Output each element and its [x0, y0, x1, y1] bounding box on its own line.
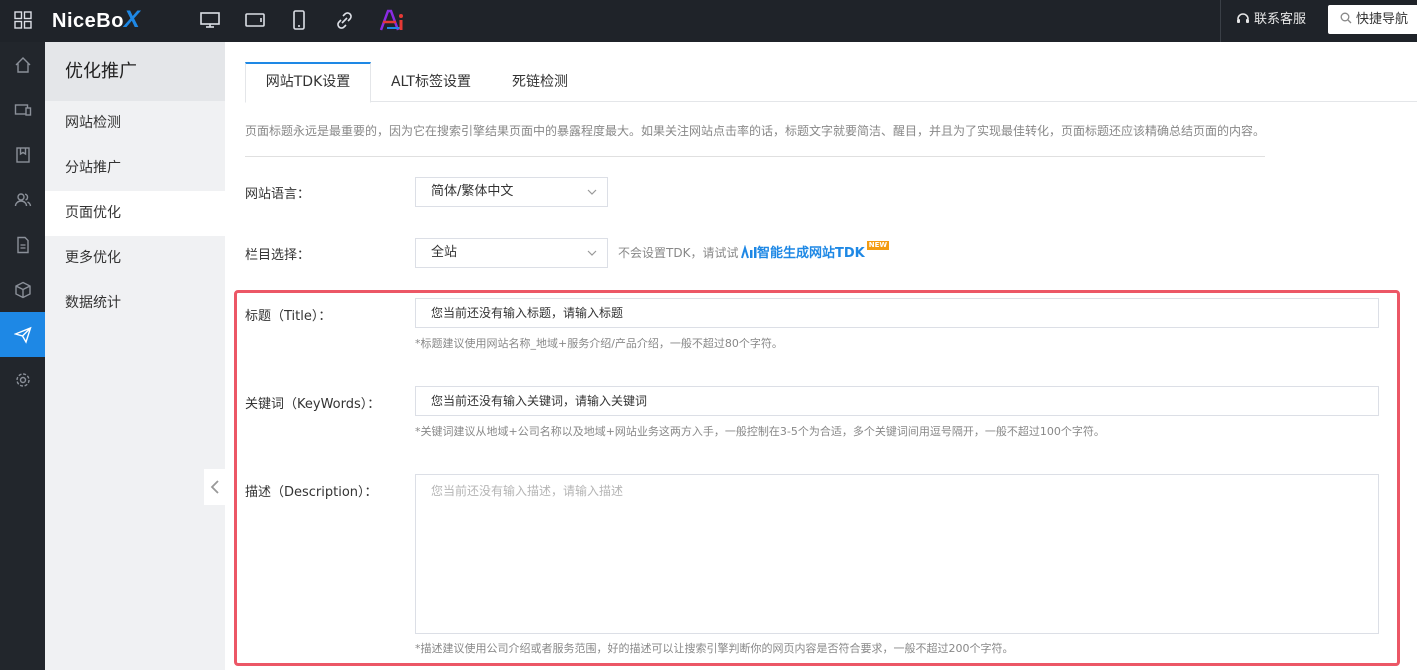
bookmark-icon — [15, 146, 30, 163]
logo-text: NiceBo — [52, 10, 124, 32]
language-value: 简体/繁体中文 — [431, 184, 514, 199]
description-hint: *描述建议使用公司介绍或者服务范围，好的描述可以让搜索引擎判断你的网页内容是否符… — [415, 642, 1014, 655]
service-label: 联系客服 — [1254, 12, 1307, 27]
ai-link-text: 智能生成网站TDK — [757, 246, 865, 261]
document-icon — [16, 236, 29, 253]
send-icon — [13, 326, 32, 344]
home-icon — [15, 56, 30, 73]
title-label: 标题（Title）： — [245, 309, 332, 324]
monitor-icon[interactable] — [199, 10, 221, 30]
devices-icon — [14, 103, 31, 116]
collapse-sidebar-button[interactable] — [204, 469, 225, 505]
cube-icon — [14, 281, 31, 298]
rail-cube[interactable] — [0, 267, 45, 312]
customer-service-button[interactable]: 联系客服 — [1236, 0, 1306, 42]
title-hint: *标题建议使用网站名称_地域+服务介绍/产品介绍，一般不超过80个字符。 — [415, 337, 783, 350]
rail-users[interactable] — [0, 177, 45, 222]
quick-nav-search[interactable]: 快捷导航 — [1328, 5, 1417, 34]
divider — [245, 156, 1265, 157]
column-value: 全站 — [431, 245, 458, 260]
title-input[interactable]: 您当前还没有输入标题，请输入标题 — [415, 298, 1379, 328]
tab-dead-link[interactable]: 死链检测 — [493, 62, 587, 102]
submenu-panel: 优化推广 网站检测 分站推广 页面优化 更多优化 数据统计 — [45, 42, 225, 670]
rail-document[interactable] — [0, 222, 45, 267]
top-bar: NiceBoX 联系客服 快捷导航 — [0, 0, 1417, 42]
link-icon[interactable] — [333, 10, 355, 30]
submenu-title: 优化推广 — [45, 42, 225, 101]
submenu-item-more-optimize[interactable]: 更多优化 — [45, 236, 225, 281]
description-textarea[interactable]: 您当前还没有输入描述，请输入描述 — [415, 474, 1379, 634]
phone-icon[interactable] — [288, 10, 310, 30]
grid-icon[interactable] — [14, 11, 32, 29]
logo-x: X — [123, 6, 141, 33]
keywords-input[interactable]: 您当前还没有输入关键词，请输入关键词 — [415, 386, 1379, 416]
language-label: 网站语言： — [245, 187, 311, 202]
keywords-hint: *关键词建议从地域+公司名称以及地域+网站业务这两方入手，一般控制在3-5个为合… — [415, 425, 1105, 438]
rail-promotion[interactable] — [0, 312, 45, 357]
submenu-item-substation[interactable]: 分站推广 — [45, 146, 225, 191]
tab-tdk-settings[interactable]: 网站TDK设置 — [245, 62, 371, 103]
submenu-item-statistics[interactable]: 数据统计 — [45, 281, 225, 326]
tdk-help-text: 不会设置TDK，请试试 — [618, 246, 739, 260]
column-select[interactable]: 全站 — [415, 238, 608, 268]
page-description: 页面标题永远是最重要的，因为它在搜索引擎结果页面中的暴露程度最大。如果关注网站点… — [245, 124, 1266, 138]
tab-alt-settings[interactable]: ALT标签设置 — [375, 62, 487, 102]
ai-icon[interactable] — [378, 8, 406, 32]
chevron-down-icon — [587, 250, 597, 256]
language-select[interactable]: 简体/繁体中文 — [415, 177, 608, 207]
tab-bar: 网站TDK设置 ALT标签设置 死链检测 — [245, 62, 1417, 103]
submenu-item-site-check[interactable]: 网站检测 — [45, 101, 225, 146]
column-label: 栏目选择： — [245, 248, 311, 263]
submenu-item-page-optimize[interactable]: 页面优化 — [45, 191, 225, 236]
nicebox-logo[interactable]: NiceBoX — [52, 6, 140, 34]
quick-nav-label: 快捷导航 — [1356, 12, 1409, 27]
ai-chart-icon — [741, 244, 757, 258]
rail-bookmark[interactable] — [0, 132, 45, 177]
rail-devices[interactable] — [0, 87, 45, 132]
description-label: 描述（Description）： — [245, 485, 378, 500]
icon-rail — [0, 42, 45, 670]
chevron-down-icon — [587, 189, 597, 195]
search-icon — [1340, 12, 1352, 24]
new-badge: NEW — [866, 241, 890, 250]
chevron-left-icon — [210, 480, 219, 494]
keywords-label: 关键词（KeyWords）： — [245, 397, 381, 412]
settings-icon — [15, 372, 30, 387]
divider — [1220, 0, 1221, 42]
rail-home[interactable] — [0, 42, 45, 87]
rail-settings[interactable] — [0, 357, 45, 402]
main-content: 网站TDK设置 ALT标签设置 死链检测 页面标题永远是最重要的，因为它在搜索引… — [225, 42, 1417, 670]
tablet-icon[interactable] — [244, 10, 266, 30]
headset-icon — [1237, 13, 1249, 23]
ai-generate-tdk-link[interactable]: 智能生成网站TDK NEW — [741, 241, 890, 261]
users-icon — [14, 192, 31, 206]
